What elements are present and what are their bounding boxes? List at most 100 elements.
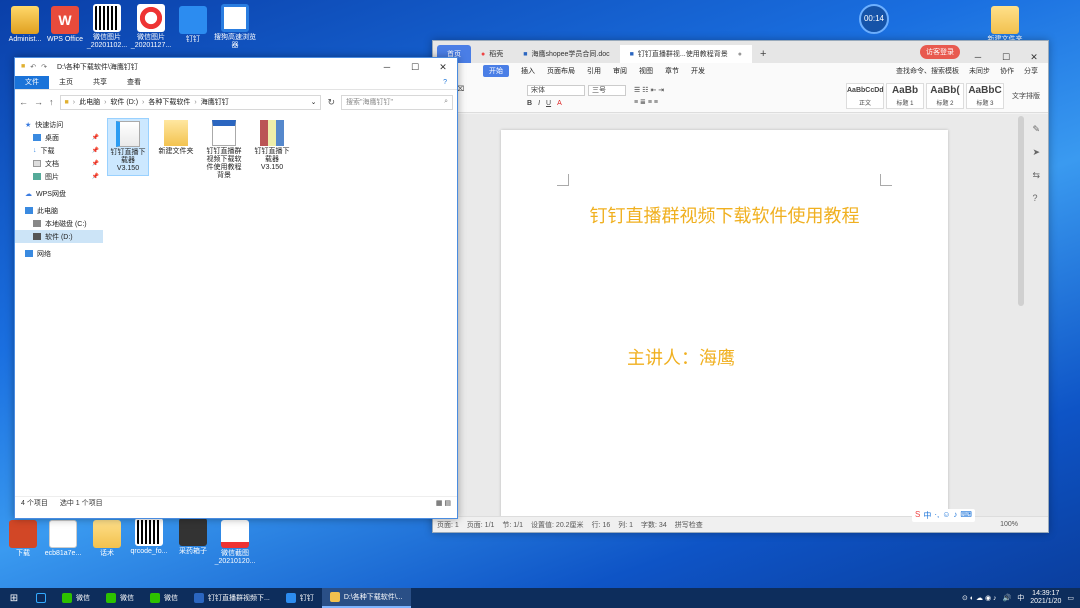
desktop-icon-wechat-img-1[interactable]: 微信图片_20201102... <box>84 4 130 50</box>
ribbon-home-tab[interactable]: 主页 <box>49 76 83 89</box>
search-input[interactable]: 搜索"海鹰钉钉" ⌕ <box>341 94 453 110</box>
nav-item-documents[interactable]: 文档 📌 <box>15 157 103 170</box>
menu-start[interactable]: 开始 <box>483 65 509 77</box>
style-heading-1[interactable]: AaBb 标题 1 <box>886 82 924 109</box>
taskbar-wps-doc[interactable]: 钉钉直播群视频下... <box>186 588 278 608</box>
font-color-icon[interactable]: A <box>557 100 562 107</box>
document-title[interactable]: 钉钉直播群视频下载软件使用教程 <box>501 202 948 228</box>
maximize-button[interactable]: ☐ <box>992 52 1020 63</box>
nav-item-drive-c[interactable]: 本地磁盘 (C:) <box>15 217 103 230</box>
italic-icon[interactable]: I <box>538 100 540 107</box>
ime-toolbar[interactable]: S 中 ·, ☺ ♪ ⌨ <box>912 509 975 522</box>
sync-status[interactable]: 未同步 <box>969 66 990 76</box>
desktop-icon-new-folder[interactable]: 新建文件夹 <box>982 6 1028 44</box>
document-canvas[interactable]: 钉钉直播群视频下载软件使用教程 主讲人：海鹰 ✎ ➤ ⇆ ? <box>433 114 1048 518</box>
nav-item-network[interactable]: 网络 <box>15 247 103 260</box>
spell-check[interactable]: 拼写检查 <box>675 520 703 530</box>
breadcrumb-item[interactable]: 软件 (D:) <box>110 97 138 107</box>
list-icons[interactable]: ☰ ☷ ⇤ ⇥ <box>634 86 664 94</box>
help-icon[interactable]: ? <box>1032 193 1040 203</box>
pen-icon[interactable]: ✎ <box>1032 124 1040 135</box>
ime-emoji-icon[interactable]: ☺ <box>942 510 950 521</box>
close-tab-icon[interactable]: ● <box>738 51 742 58</box>
minimize-button[interactable]: ─ <box>964 52 992 63</box>
desktop-icon-wps[interactable]: W WPS Office <box>42 6 88 44</box>
font-family-select[interactable]: 宋体 <box>527 84 585 96</box>
adjust-icon[interactable]: ⇆ <box>1032 170 1040 181</box>
style-heading-2[interactable]: AaBb(标题 2 <box>926 82 964 109</box>
file-item-downloader-zip[interactable]: 钉钉直播下载器 V3.150 <box>251 118 293 174</box>
nav-item-this-pc[interactable]: 此电脑 <box>15 204 103 217</box>
taskbar-wechat-2[interactable]: 微信 <box>98 588 142 608</box>
underline-icon[interactable]: U <box>546 100 551 107</box>
collaborate-button[interactable]: 协作 <box>1000 66 1014 76</box>
minimize-button[interactable]: ─ <box>373 62 401 73</box>
notification-icon[interactable]: ▭ <box>1067 594 1074 602</box>
windows-start-icon[interactable]: ⊞ <box>0 593 28 604</box>
desktop-icon-dingtalk[interactable]: 钉钉 <box>170 6 216 44</box>
new-tab-button[interactable]: + <box>752 45 774 63</box>
back-button[interactable]: ← <box>19 97 28 107</box>
ime-keyboard-icon[interactable]: ⌨ <box>960 510 972 521</box>
desktop-icon-screenshot[interactable]: 微信截图_20210120... <box>212 520 258 566</box>
tab-docer[interactable]: ● 稻壳 <box>471 45 513 63</box>
nav-item-downloads[interactable]: ↓ 下载 📌 <box>15 144 103 157</box>
breadcrumb-item[interactable]: 海鹰钉钉 <box>201 97 229 107</box>
tab-tutorial-doc[interactable]: ■ 钉钉直播群视...使用教程背景 ● <box>619 45 752 63</box>
desktop-icon-qrcode[interactable]: qrcode_fo... <box>126 518 172 556</box>
file-item-tutorial-doc[interactable]: 钉钉直播群视频下载软件使用教程背景 <box>203 118 245 182</box>
breadcrumb-item[interactable]: 各种下载软件 <box>148 97 190 107</box>
font-size-select[interactable]: 三号 <box>588 84 626 96</box>
taskbar-dingtalk[interactable]: 钉钉 <box>278 588 322 608</box>
address-bar[interactable]: ■ › 此电脑 › 软件 (D:) › 各种下载软件 › 海鹰钉钉 ⌄ <box>59 94 322 110</box>
volume-icon[interactable]: 🔊 <box>1003 594 1012 602</box>
menu-section[interactable]: 章节 <box>665 66 679 76</box>
zoom-level[interactable]: 100% <box>1000 521 1018 528</box>
nav-item-wps-cloud[interactable]: ☁ WPS网盘 <box>15 187 103 200</box>
vertical-scrollbar[interactable] <box>1018 116 1024 306</box>
document-page[interactable]: 钉钉直播群视频下载软件使用教程 主讲人：海鹰 <box>501 130 948 518</box>
document-subtitle[interactable]: 主讲人：海鹰 <box>627 344 735 370</box>
help-icon[interactable]: ? <box>433 76 457 89</box>
style-normal[interactable]: AaBbCcDd 正文 <box>846 82 884 109</box>
tab-contract-doc[interactable]: ■ 海鹰shopee学员合同.doc <box>513 45 619 63</box>
view-toggle-icon[interactable]: ▦ ▤ <box>436 499 451 507</box>
menu-page-layout[interactable]: 页面布局 <box>547 66 575 76</box>
command-search[interactable]: 查找命令、搜索模板 <box>896 66 959 76</box>
maximize-button[interactable]: ☐ <box>401 62 429 73</box>
nav-item-desktop[interactable]: 桌面 📌 <box>15 131 103 144</box>
menu-insert[interactable]: 插入 <box>521 66 535 76</box>
ribbon-view-tab[interactable]: 查看 <box>117 76 151 89</box>
desktop-icon-huashu[interactable]: 话术 <box>84 520 130 558</box>
menu-review[interactable]: 审阅 <box>613 66 627 76</box>
close-button[interactable]: ✕ <box>429 62 457 73</box>
nav-item-quick-access[interactable]: ★ 快速访问 <box>15 118 103 131</box>
text-layout-button[interactable]: 文字排版 <box>1012 91 1048 101</box>
desktop-icon-ecb[interactable]: ecb81a7e... <box>40 520 86 558</box>
ime-mode-icon[interactable]: 中 <box>923 510 931 521</box>
file-item-downloader-exe[interactable]: 钉钉直播下载器 V3.150 <box>107 118 149 176</box>
menu-developer[interactable]: 开发 <box>691 66 705 76</box>
recording-timer[interactable]: 00:14 <box>859 4 889 34</box>
refresh-button[interactable]: ↻ <box>327 97 335 108</box>
guest-login-button[interactable]: 访客登录 <box>920 45 960 59</box>
nav-item-pictures[interactable]: 图片 📌 <box>15 170 103 183</box>
bold-icon[interactable]: B <box>527 100 532 107</box>
desktop-icon-sogou[interactable]: 搜狗高速浏览器 <box>212 4 258 50</box>
up-button[interactable]: ↑ <box>49 97 54 107</box>
breadcrumb-item[interactable]: 此电脑 <box>79 97 100 107</box>
chevron-down-icon[interactable]: ⌄ <box>311 98 317 106</box>
menu-reference[interactable]: 引用 <box>587 66 601 76</box>
system-clock[interactable]: 14:39:17 2021/1/20 <box>1030 590 1061 606</box>
desktop-icon-wechat-img-2[interactable]: 微信图片_20201127... <box>128 4 174 50</box>
forward-button[interactable]: → <box>34 97 43 107</box>
taskbar-explorer[interactable]: D:\各种下载软件\... <box>321 588 411 608</box>
ribbon-share-tab[interactable]: 共享 <box>83 76 117 89</box>
close-button[interactable]: ✕ <box>1020 52 1048 63</box>
menu-view[interactable]: 视图 <box>639 66 653 76</box>
ime-mic-icon[interactable]: ♪ <box>953 510 957 521</box>
cursor-icon[interactable]: ➤ <box>1032 147 1040 158</box>
ribbon-file-tab[interactable]: 文件 <box>15 76 49 89</box>
taskbar-photoshop[interactable] <box>28 588 54 608</box>
desktop-icon-game[interactable]: 采药箱子 <box>170 518 216 556</box>
